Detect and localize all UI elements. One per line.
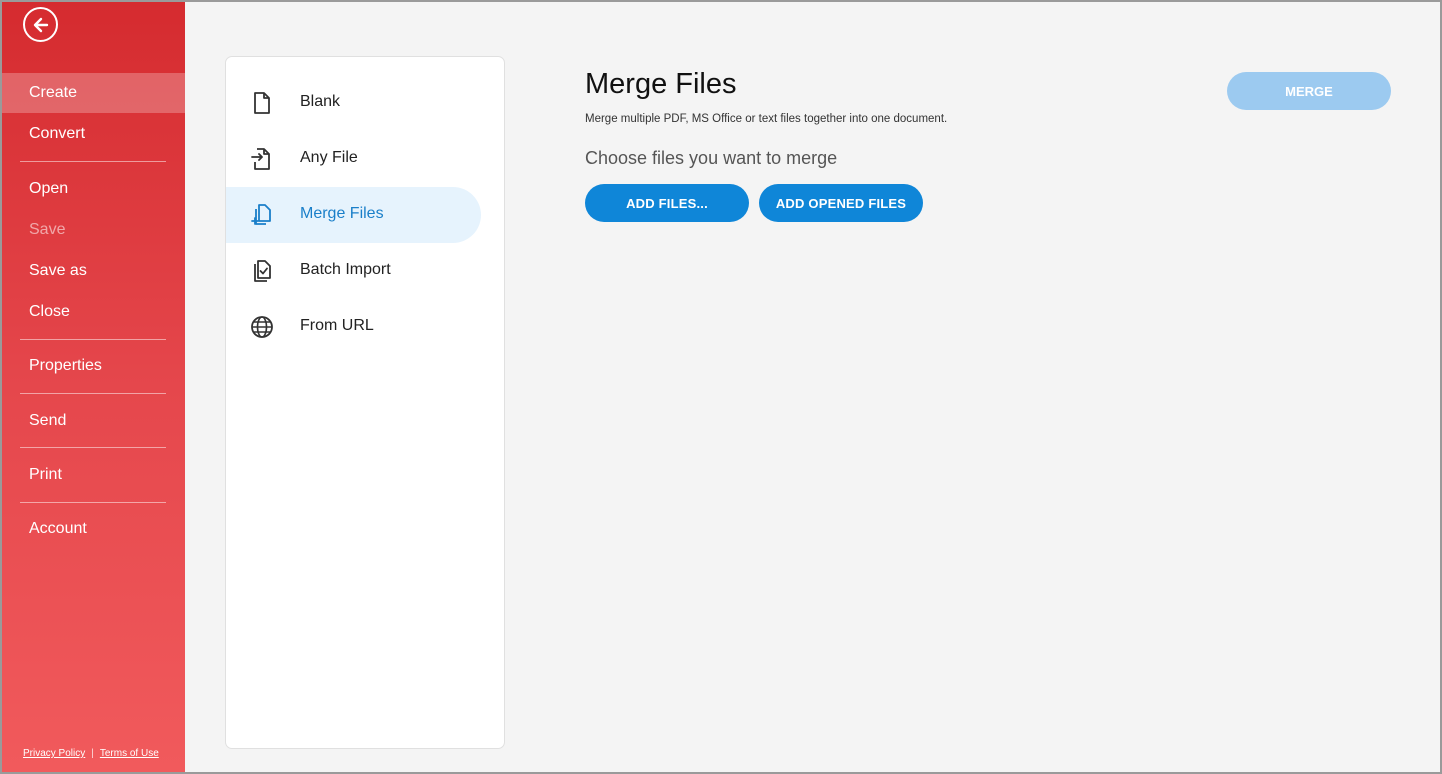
option-merge-files[interactable]: Merge Files <box>226 187 481 243</box>
sidebar: Create Convert Open Save Save as Close P… <box>2 2 185 772</box>
option-batch-import[interactable]: Batch Import <box>226 243 481 299</box>
sidebar-divider <box>20 339 166 340</box>
option-blank[interactable]: Blank <box>226 75 481 131</box>
page-subtitle: Choose files you want to merge <box>585 148 838 168</box>
add-opened-files-button[interactable]: ADD OPENED FILES <box>759 184 923 222</box>
option-any-file[interactable]: Any File <box>226 131 481 187</box>
sidebar-item-send[interactable]: Send <box>2 401 185 441</box>
sidebar-divider <box>20 393 166 394</box>
sidebar-item-account[interactable]: Account <box>2 509 185 549</box>
footer-links: Privacy Policy | Terms of Use <box>23 748 159 759</box>
arrow-left-icon <box>33 17 48 32</box>
sidebar-item-save[interactable]: Save <box>2 210 185 250</box>
sidebar-item-create[interactable]: Create <box>2 73 185 113</box>
app-window: Create Convert Open Save Save as Close P… <box>0 0 1442 774</box>
batch-import-icon <box>254 260 271 282</box>
sidebar-divider <box>20 161 166 162</box>
merge-button[interactable]: MERGE <box>1227 72 1391 110</box>
sidebar-item-print[interactable]: Print <box>2 455 185 495</box>
sidebar-item-properties[interactable]: Properties <box>2 346 185 386</box>
option-label: Merge Files <box>300 205 384 222</box>
option-from-url[interactable]: From URL <box>226 299 481 355</box>
blank-file-icon <box>254 92 270 114</box>
any-file-icon <box>251 148 270 170</box>
sidebar-divider <box>20 502 166 503</box>
footer-separator: | <box>91 748 94 759</box>
merge-files-icon <box>251 204 271 225</box>
sidebar-item-open[interactable]: Open <box>2 169 185 209</box>
globe-icon <box>251 316 273 338</box>
option-label: Batch Import <box>300 261 391 278</box>
sidebar-item-save-as[interactable]: Save as <box>2 251 185 291</box>
add-files-button[interactable]: ADD FILES... <box>585 184 749 222</box>
option-label: Blank <box>300 93 341 110</box>
option-label: From URL <box>300 317 374 334</box>
sidebar-item-close[interactable]: Close <box>2 292 185 332</box>
option-label: Any File <box>300 149 358 166</box>
page-description: Merge multiple PDF, MS Office or text fi… <box>585 113 948 125</box>
page-title: Merge Files <box>585 68 737 100</box>
privacy-policy-link[interactable]: Privacy Policy <box>23 748 85 759</box>
back-button[interactable] <box>23 7 58 42</box>
terms-of-use-link[interactable]: Terms of Use <box>100 748 159 759</box>
sidebar-divider <box>20 447 166 448</box>
create-options-panel: Blank Any File Merge Files Batch Import … <box>225 56 505 749</box>
sidebar-item-convert[interactable]: Convert <box>2 114 185 154</box>
